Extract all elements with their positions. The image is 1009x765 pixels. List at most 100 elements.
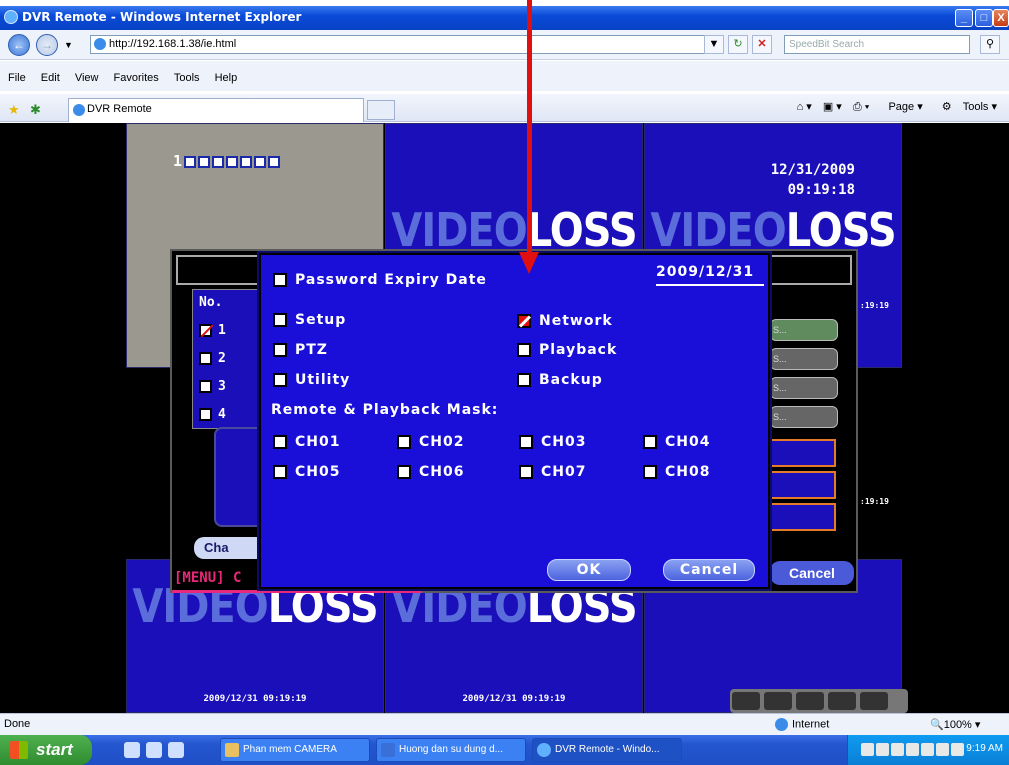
quicklaunch-ie-icon[interactable] xyxy=(146,742,162,758)
back-button[interactable]: ← xyxy=(8,34,30,56)
tray-icon[interactable] xyxy=(861,743,874,756)
network-checkbox-checked[interactable] xyxy=(517,314,531,328)
menu-file[interactable]: File xyxy=(2,67,32,89)
playback-checkbox[interactable] xyxy=(517,343,531,357)
ch02-checkbox[interactable] xyxy=(397,435,411,449)
tray-icon[interactable] xyxy=(891,743,904,756)
password-expiry-row[interactable]: Password Expiry Date xyxy=(273,271,487,289)
perm-backup[interactable]: Backup xyxy=(517,371,603,389)
password-expiry-value[interactable]: 2009/12/31 xyxy=(656,264,764,286)
record-icon[interactable] xyxy=(796,692,824,710)
start-button[interactable]: start xyxy=(0,735,92,765)
camera-timestamp: 2009/12/31 09:19:19 xyxy=(462,694,566,704)
close-button[interactable]: X xyxy=(993,9,1009,27)
user-field-pills: S... S... S... S... xyxy=(770,319,838,435)
task-huong-dan[interactable]: Huong dan su dung d... xyxy=(376,738,526,762)
address-input[interactable]: http://192.168.1.38/ie.html xyxy=(90,35,720,54)
perm-ptz[interactable]: PTZ xyxy=(273,341,328,359)
task-dvr-remote[interactable]: DVR Remote - Windo... xyxy=(532,738,682,762)
forward-button[interactable]: → xyxy=(36,34,58,56)
zoom-icon: 🔍 xyxy=(930,719,944,731)
user-field[interactable]: S... xyxy=(770,348,838,370)
channel-ch01[interactable]: CH01 xyxy=(273,433,340,451)
search-icon[interactable]: ⚲ xyxy=(980,35,1000,54)
quicklaunch-icon[interactable] xyxy=(124,742,140,758)
ptz-checkbox[interactable] xyxy=(273,343,287,357)
refresh-icon[interactable]: ↻ xyxy=(728,35,748,54)
cancel-button[interactable]: Cancel xyxy=(663,559,755,581)
menu-view[interactable]: View xyxy=(69,67,105,89)
perm-network[interactable]: Network xyxy=(517,312,613,330)
channel-ch04[interactable]: CH04 xyxy=(643,433,710,451)
minimize-button[interactable]: _ xyxy=(955,9,973,27)
tray-icon[interactable] xyxy=(876,743,889,756)
tray-icon[interactable] xyxy=(936,743,949,756)
tray-icon[interactable] xyxy=(906,743,919,756)
quicklaunch-icon[interactable] xyxy=(168,742,184,758)
channel-ch05[interactable]: CH05 xyxy=(273,463,340,481)
perm-playback[interactable]: Playback xyxy=(517,341,617,359)
history-dropdown-icon[interactable]: ▼ xyxy=(64,40,73,50)
utility-checkbox[interactable] xyxy=(273,373,287,387)
ch01-checkbox[interactable] xyxy=(273,435,287,449)
menu-tools[interactable]: Tools xyxy=(168,67,206,89)
setup-checkbox[interactable] xyxy=(273,313,287,327)
snapshot-icon[interactable] xyxy=(828,692,856,710)
channel-ch06[interactable]: CH06 xyxy=(397,463,464,481)
windows-logo-icon xyxy=(10,741,28,759)
ch06-checkbox[interactable] xyxy=(397,465,411,479)
camera-icon[interactable] xyxy=(860,692,888,710)
ch08-checkbox[interactable] xyxy=(643,465,657,479)
tools-menu[interactable]: ⚙ Tools ▾ xyxy=(934,101,997,113)
clock[interactable]: 9:19 AM xyxy=(966,743,1003,754)
user-checkbox[interactable] xyxy=(199,408,212,421)
page-menu-label: Page xyxy=(888,101,915,113)
address-dropdown-icon[interactable]: ▼ xyxy=(704,35,724,54)
channel-ch02[interactable]: CH02 xyxy=(397,433,464,451)
ch04-checkbox[interactable] xyxy=(643,435,657,449)
task-phan-mem-camera[interactable]: Phan mem CAMERA xyxy=(220,738,370,762)
password-expiry-checkbox[interactable] xyxy=(273,273,287,287)
user-input-box[interactable] xyxy=(770,503,836,531)
stop-icon[interactable]: ✕ xyxy=(752,35,772,54)
menu-help[interactable]: Help xyxy=(209,67,244,89)
menu-favorites[interactable]: Favorites xyxy=(108,67,165,89)
user-checkbox[interactable] xyxy=(199,380,212,393)
channel-ch03[interactable]: CH03 xyxy=(519,433,586,451)
user-field[interactable]: S... xyxy=(770,319,838,341)
perm-label: Network xyxy=(539,313,613,329)
user-input-box[interactable] xyxy=(770,439,836,467)
search-input[interactable]: SpeedBit Search xyxy=(784,35,970,54)
add-favorite-icon[interactable]: ✱ xyxy=(30,102,41,118)
new-tab-button[interactable] xyxy=(367,100,395,120)
ch03-checkbox[interactable] xyxy=(519,435,533,449)
user-field[interactable]: S... xyxy=(770,377,838,399)
display-icon[interactable] xyxy=(764,692,792,710)
page-menu[interactable]: Page ▾ xyxy=(880,101,922,113)
ch05-checkbox[interactable] xyxy=(273,465,287,479)
maximize-button[interactable]: □ xyxy=(975,9,993,27)
address-url: http://192.168.1.38/ie.html xyxy=(109,38,237,50)
perm-utility[interactable]: Utility xyxy=(273,371,350,389)
zoom-level[interactable]: 🔍100% ▾ xyxy=(930,718,980,731)
lq-icon[interactable] xyxy=(732,692,760,710)
home-icon[interactable]: ⌂ ▾ xyxy=(797,101,812,113)
tray-icon[interactable] xyxy=(951,743,964,756)
ok-button[interactable]: OK xyxy=(547,559,631,581)
perm-setup[interactable]: Setup xyxy=(273,311,346,329)
channel-ch08[interactable]: CH08 xyxy=(643,463,710,481)
user-checkbox[interactable] xyxy=(199,352,212,365)
backup-checkbox[interactable] xyxy=(517,373,531,387)
favorites-star-icon[interactable]: ★ xyxy=(8,102,20,118)
menu-edit[interactable]: Edit xyxy=(35,67,66,89)
print-icon[interactable]: ⎙ ▾ xyxy=(853,101,869,113)
channel-ch07[interactable]: CH07 xyxy=(519,463,586,481)
user-field[interactable]: S... xyxy=(770,406,838,428)
tab-dvr-remote[interactable]: DVR Remote xyxy=(68,98,364,122)
user-checkbox-checked[interactable] xyxy=(199,324,212,337)
tray-icon[interactable] xyxy=(921,743,934,756)
ch07-checkbox[interactable] xyxy=(519,465,533,479)
user-input-box[interactable] xyxy=(770,471,836,499)
feeds-icon[interactable]: ▣ ▾ xyxy=(823,101,842,113)
background-cancel-button[interactable]: Cancel xyxy=(770,561,854,585)
